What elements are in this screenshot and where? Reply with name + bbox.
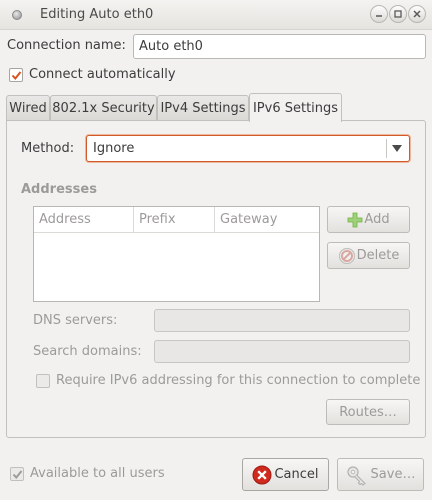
add-button-label: Add (364, 212, 390, 227)
method-value: Ignore (93, 141, 135, 156)
available-all-users-label: Available to all users (30, 466, 165, 481)
column-header-prefix[interactable]: Prefix (134, 207, 215, 233)
dns-servers-label: DNS servers: (33, 313, 118, 328)
window-title: Editing Auto eth0 (40, 7, 154, 22)
routes-button[interactable]: Routes… (326, 399, 410, 425)
dns-servers-input[interactable] (154, 309, 410, 332)
require-ipv6-label: Require IPv6 addressing for this connect… (56, 373, 421, 388)
delete-button[interactable]: Delete (327, 242, 410, 269)
connection-name-input[interactable]: Auto eth0 (133, 34, 426, 59)
close-icon[interactable] (408, 5, 426, 23)
add-button[interactable]: Add (327, 206, 410, 233)
save-button-label: Save… (370, 467, 416, 482)
maximize-icon[interactable] (389, 5, 407, 23)
connection-name-value: Auto eth0 (139, 39, 203, 54)
window-menu-icon[interactable] (12, 10, 22, 20)
cancel-button[interactable]: Cancel (242, 458, 329, 491)
checkmark-icon (12, 469, 22, 479)
routes-button-label: Routes… (339, 404, 397, 420)
method-select[interactable]: Ignore (86, 135, 410, 162)
key-icon (346, 465, 366, 486)
tab-ipv4-settings[interactable]: IPv4 Settings (157, 95, 249, 120)
search-domains-input[interactable] (154, 340, 410, 363)
method-label: Method: (21, 141, 75, 156)
delete-icon (338, 247, 355, 264)
plus-icon (348, 212, 363, 227)
tab-wired[interactable]: Wired (6, 95, 50, 120)
column-header-gateway[interactable]: Gateway (215, 207, 319, 233)
search-domains-label: Search domains: (33, 344, 142, 359)
tab-8021x-security[interactable]: 802.1x Security (50, 95, 157, 120)
checkmark-icon (11, 70, 21, 80)
addresses-heading: Addresses (21, 182, 97, 197)
save-button[interactable]: Save… (337, 458, 424, 491)
column-header-address[interactable]: Address (34, 207, 134, 233)
tab-ipv6-settings[interactable]: IPv6 Settings (249, 93, 342, 122)
addresses-table[interactable]: Address Prefix Gateway (33, 206, 320, 302)
require-ipv6-checkbox[interactable] (36, 374, 50, 388)
cancel-button-label: Cancel (274, 467, 319, 482)
connect-automatically-label: Connect automatically (29, 67, 176, 82)
minimize-icon[interactable] (370, 5, 388, 23)
delete-button-label: Delete (356, 248, 400, 263)
chevron-down-icon (392, 145, 402, 152)
cancel-icon (252, 465, 272, 484)
available-all-users-checkbox[interactable] (10, 467, 24, 481)
connection-name-label: Connection name: (7, 38, 126, 53)
connect-automatically-checkbox[interactable] (9, 68, 23, 82)
